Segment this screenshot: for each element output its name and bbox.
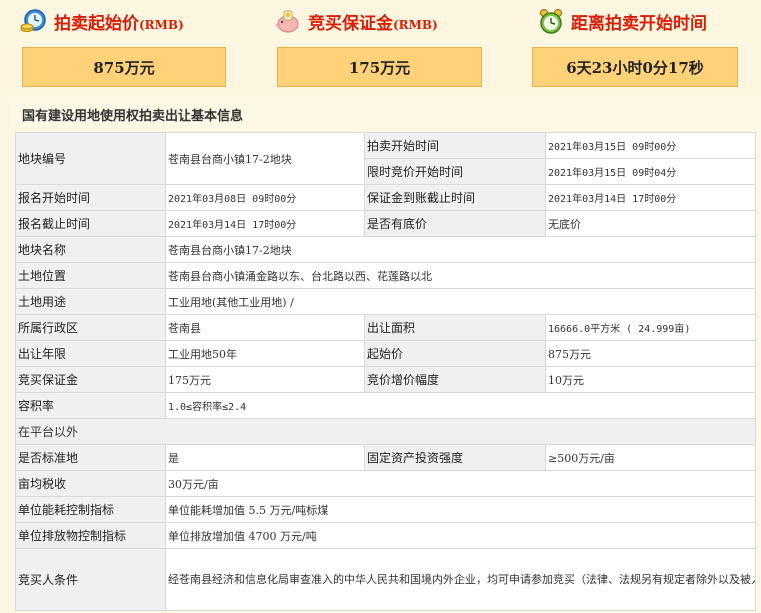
deposit-stat: 竞买保证金(RMB) 175万元 (260, 0, 510, 97)
usage-label: 土地用途 (15, 288, 166, 315)
countdown-title: 距离拍卖开始时间 (571, 13, 707, 34)
increment-value: 10万元 (545, 366, 756, 393)
reg-start-label: 报名开始时间 (15, 184, 166, 211)
countdown-header: 距离拍卖开始时间 (537, 6, 707, 36)
basic-info-table: 地块编号 苍南县台商小镇17-2地块 拍卖开始时间 2021年03月15日 09… (15, 132, 756, 611)
parcel-no-label: 地块编号 (15, 132, 166, 185)
location-label: 土地位置 (15, 262, 166, 289)
reserve-label: 是否有底价 (364, 210, 546, 237)
parcel-name-value: 苍南县台商小镇17-2地块 (165, 236, 756, 263)
reg-end-label: 报名截止时间 (15, 210, 166, 237)
deposit-label: 竞买保证金 (15, 366, 166, 393)
table-row: 报名截止时间 2021年03月14日 17时00分 是否有底价 无底价 (15, 210, 756, 237)
table-row: 是否标准地 是 固定资产投资强度 ≥500万元/亩 (15, 444, 756, 471)
deposit-cell: 175万元 (165, 366, 365, 393)
table-row: 容积率 1.0≤容积率≤2.4 (15, 392, 756, 419)
energy-label: 单位能耗控制指标 (15, 496, 166, 523)
table-row: 所属行政区 苍南县 出让面积 16666.0平方米 ( 24.999亩) (15, 314, 756, 341)
table-row: 地块名称 苍南县台商小镇17-2地块 (15, 236, 756, 263)
start-price-value: 875万元 (22, 47, 226, 87)
standard-value: 是 (165, 444, 365, 471)
other-section-label: 在平台以外 (15, 418, 756, 445)
district-label: 所属行政区 (15, 314, 166, 341)
standard-label: 是否标准地 (15, 444, 166, 471)
tax-label: 亩均税收 (15, 470, 166, 497)
start-price-stat: 拍卖起始价(RMB) 875万元 (0, 0, 250, 97)
far-value: 1.0≤容积率≤2.4 (165, 392, 756, 419)
table-row: 土地位置 苍南县台商小镇涌金路以东、台北路以西、花莲路以北 (15, 262, 756, 289)
bidder-value: 经苍南县经济和信息化局审查准入的中华人民共和国境内外企业，均可申请参加竞买（法律… (165, 548, 756, 611)
piggy-bank-icon (274, 7, 302, 35)
term-label: 出让年限 (15, 340, 166, 367)
auction-start-label: 拍卖开始时间 (364, 132, 546, 159)
location-value: 苍南县台商小镇涌金路以东、台北路以西、花莲路以北 (165, 262, 756, 289)
parcel-no-value: 苍南县台商小镇17-2地块 (165, 132, 365, 185)
basic-info-section: 国有建设用地使用权拍卖出让基本信息 地块编号 苍南县台商小镇17-2地块 拍卖开… (9, 97, 761, 613)
term-value: 工业用地50年 (165, 340, 365, 367)
alarm-clock-icon (537, 7, 565, 35)
table-row: 土地用途 工业用地(其他工业用地) / (15, 288, 756, 315)
auction-start-value: 2021年03月15日 09时00分 (545, 132, 756, 159)
money-clock-icon (20, 7, 48, 35)
parcel-name-label: 地块名称 (15, 236, 166, 263)
energy-value: 单位能耗增加值 5.5 万元/吨标煤 (165, 496, 756, 523)
deposit-deadline-value: 2021年03月14日 17时00分 (545, 184, 756, 211)
investment-label: 固定资产投资强度 (364, 444, 546, 471)
table-row: 单位能耗控制指标 单位能耗增加值 5.5 万元/吨标煤 (15, 496, 756, 523)
bidder-label: 竞买人条件 (15, 548, 166, 611)
deposit-title: 竞买保证金(RMB) (308, 13, 438, 34)
reg-end-value: 2021年03月14日 17时00分 (165, 210, 365, 237)
investment-value: ≥500万元/亩 (545, 444, 756, 471)
section-title: 国有建设用地使用权拍卖出让基本信息 (22, 109, 244, 124)
start-price-title: 拍卖起始价(RMB) (54, 13, 184, 34)
start-price-header: 拍卖起始价(RMB) (20, 6, 184, 36)
bidding-start-label: 限时竞价开始时间 (364, 158, 546, 185)
table-row: 报名开始时间 2021年03月08日 09时00分 保证金到账截止时间 2021… (15, 184, 756, 211)
table-row: 单位排放物控制指标 单位排放增加值 4700 万元/吨 (15, 522, 756, 549)
tax-value: 30万元/亩 (165, 470, 756, 497)
table-row: 竞买人条件 经苍南县经济和信息化局审查准入的中华人民共和国境内外企业，均可申请参… (15, 548, 756, 611)
table-row: 出让年限 工业用地50年 起始价 875万元 (15, 340, 756, 367)
reg-start-value: 2021年03月08日 09时00分 (165, 184, 365, 211)
bidding-start-value: 2021年03月15日 09时04分 (545, 158, 756, 185)
table-row: 地块编号 苍南县台商小镇17-2地块 拍卖开始时间 2021年03月15日 09… (15, 132, 756, 185)
deposit-deadline-label: 保证金到账截止时间 (364, 184, 546, 211)
table-row: 在平台以外 (15, 418, 756, 445)
usage-value: 工业用地(其他工业用地) / (165, 288, 756, 315)
emission-label: 单位排放物控制指标 (15, 522, 166, 549)
area-label: 出让面积 (364, 314, 546, 341)
increment-label: 竞价增价幅度 (364, 366, 546, 393)
countdown-value: 6天23小时0分17秒 (532, 47, 738, 87)
reserve-value: 无底价 (545, 210, 756, 237)
emission-value: 单位排放增加值 4700 万元/吨 (165, 522, 756, 549)
start-price-cell: 875万元 (545, 340, 756, 367)
table-row: 竞买保证金 175万元 竞价增价幅度 10万元 (15, 366, 756, 393)
auction-summary-panel: 拍卖起始价(RMB) 875万元 竞买保证金(RMB) 175万元 距离拍卖开始… (0, 0, 761, 97)
table-row: 亩均税收 30万元/亩 (15, 470, 756, 497)
deposit-header: 竞买保证金(RMB) (274, 6, 438, 36)
deposit-value: 175万元 (277, 47, 482, 87)
far-label: 容积率 (15, 392, 166, 419)
start-price-label: 起始价 (364, 340, 546, 367)
district-value: 苍南县 (165, 314, 365, 341)
countdown-stat: 距离拍卖开始时间 6天23小时0分17秒 (511, 0, 761, 97)
area-value: 16666.0平方米 ( 24.999亩) (545, 314, 756, 341)
